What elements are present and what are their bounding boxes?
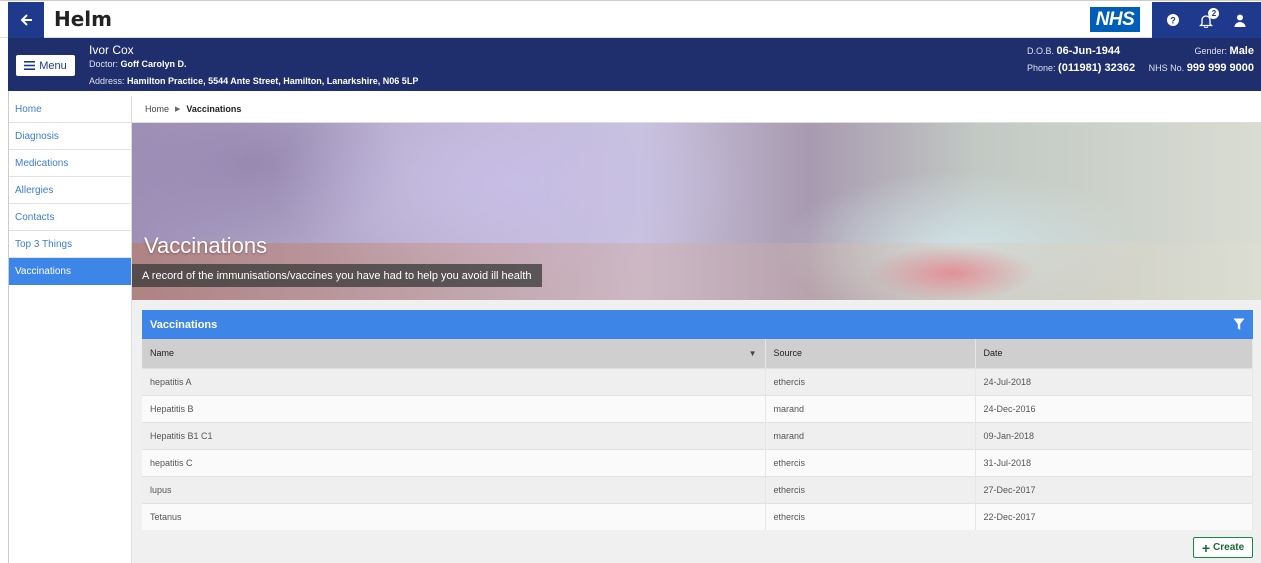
patient-dob: D.O.B. 06-Jun-1944 — [1027, 45, 1120, 57]
address-value: Hamilton Practice, 5544 Ante Street, Ham… — [127, 76, 419, 86]
gender-label: Gender: — [1194, 46, 1228, 56]
cell-date: 31-Jul-2018 — [975, 448, 1253, 476]
create-label: Create — [1213, 542, 1245, 553]
sidebar-item-allergies[interactable]: Allergies — [9, 177, 131, 204]
patient-gender: Gender: Male — [1194, 45, 1254, 57]
app-bar: Helm NHS ? 2 — [0, 0, 1261, 38]
table-row[interactable]: lupus ethercis 27-Dec-2017 — [142, 475, 1253, 503]
gender-value: Male — [1229, 45, 1254, 57]
cell-source: ethercis — [765, 502, 976, 530]
phone-label: Phone: — [1027, 63, 1056, 73]
main-content: Vaccinations Name ▼ Source Date hepatiti… — [132, 300, 1261, 563]
panel-header: Vaccinations — [142, 310, 1253, 339]
cell-name: hepatitis C — [142, 448, 766, 476]
table-row[interactable]: Tetanus ethercis 22-Dec-2017 — [142, 502, 1253, 530]
dob-value: 06-Jun-1944 — [1056, 45, 1121, 57]
sidebar-item-home[interactable]: Home — [9, 96, 131, 123]
cell-source: marand — [765, 394, 976, 422]
sidebar-item-medications[interactable]: Medications — [9, 150, 131, 177]
cell-name: Tetanus — [142, 502, 766, 530]
user-icon — [1234, 14, 1246, 27]
patient-banner: Menu Ivor Cox Doctor: Goff Carolyn D. Ad… — [8, 38, 1261, 91]
table-row[interactable]: hepatitis C ethercis 31-Jul-2018 — [142, 448, 1253, 476]
patient-nhs-number: NHS No. 999 999 9000 — [1149, 62, 1254, 74]
sidebar-item-contacts[interactable]: Contacts — [9, 204, 131, 231]
notifications-button[interactable]: 2 — [1193, 7, 1220, 33]
sidebar-nav: Home Diagnosis Medications Allergies Con… — [9, 96, 132, 563]
cell-date: 27-Dec-2017 — [975, 475, 1253, 503]
cell-source: ethercis — [765, 448, 976, 476]
cell-source: marand — [765, 421, 976, 449]
arrow-left-icon — [20, 14, 32, 26]
cell-source: ethercis — [765, 367, 976, 395]
panel-title: Vaccinations — [150, 318, 218, 331]
cell-name: hepatitis A — [142, 367, 766, 395]
cell-date: 09-Jan-2018 — [975, 421, 1253, 449]
patient-address: Address: Hamilton Practice, 5544 Ante St… — [89, 76, 418, 86]
back-button[interactable] — [8, 2, 44, 38]
hero-banner: Vaccinations A record of the immunisatio… — [132, 123, 1261, 300]
menu-label: Menu — [39, 59, 67, 72]
notification-badge: 2 — [1208, 8, 1220, 19]
vaccinations-panel: Vaccinations Name ▼ Source Date hepatiti… — [142, 310, 1253, 530]
top-icon-bar: ? 2 — [1152, 2, 1261, 38]
cell-date: 24-Dec-2016 — [975, 394, 1253, 422]
app-title: Helm — [54, 7, 112, 31]
column-header-date[interactable]: Date — [975, 339, 1253, 368]
user-button[interactable] — [1227, 7, 1253, 33]
sidebar-item-top-3-things[interactable]: Top 3 Things — [9, 231, 131, 258]
dob-label: D.O.B. — [1027, 46, 1055, 56]
sidebar-item-diagnosis[interactable]: Diagnosis — [9, 123, 131, 150]
column-header-name[interactable]: Name ▼ — [142, 339, 766, 368]
cell-source: ethercis — [765, 475, 976, 503]
table-row[interactable]: Hepatitis B1 C1 marand 09-Jan-2018 — [142, 421, 1253, 449]
nhs-label: NHS No. — [1148, 63, 1185, 73]
svg-text:?: ? — [1170, 16, 1176, 26]
phone-value: (011981) 32362 — [1058, 62, 1136, 74]
cell-name: Hepatitis B — [142, 394, 766, 422]
hero-subtitle: A record of the immunisations/vaccines y… — [132, 264, 542, 287]
plus-icon: + — [1201, 539, 1211, 556]
doctor-value: Goff Carolyn D. — [120, 59, 187, 69]
breadcrumb-current: Vaccinations — [186, 104, 242, 114]
address-label: Address: — [89, 76, 125, 86]
doctor-label: Doctor: — [89, 59, 119, 69]
cell-date: 22-Dec-2017 — [975, 502, 1253, 530]
sort-down-icon[interactable]: ▼ — [749, 349, 757, 358]
help-button[interactable]: ? — [1160, 7, 1186, 33]
table-row[interactable]: Hepatitis B marand 24-Dec-2016 — [142, 394, 1253, 422]
create-button[interactable]: + Create — [1193, 537, 1253, 558]
column-header-source[interactable]: Source — [765, 339, 976, 368]
cell-name: lupus — [142, 475, 766, 503]
help-icon: ? — [1166, 14, 1179, 26]
breadcrumb: Home ▶ Vaccinations — [132, 96, 1261, 123]
patient-doctor: Doctor: Goff Carolyn D. — [89, 59, 187, 69]
table-header-row: Name ▼ Source Date — [142, 339, 1253, 368]
breadcrumb-home[interactable]: Home — [145, 104, 169, 114]
menu-button[interactable]: Menu — [16, 55, 75, 76]
breadcrumb-separator-icon: ▶ — [175, 106, 181, 113]
patient-phone: Phone: (011981) 32362 — [1027, 62, 1135, 74]
hero-title: Vaccinations — [144, 233, 268, 258]
cell-date: 24-Jul-2018 — [975, 367, 1253, 395]
nhs-logo: NHS — [1090, 7, 1140, 32]
vaccinations-table: Name ▼ Source Date hepatitis A ethercis … — [142, 339, 1253, 530]
column-header-name-label: Name — [150, 348, 175, 359]
cell-name: Hepatitis B1 C1 — [142, 421, 766, 449]
sidebar-item-vaccinations[interactable]: Vaccinations — [9, 258, 131, 285]
filter-icon[interactable] — [1233, 318, 1245, 331]
nhs-value: 999 999 9000 — [1186, 62, 1254, 74]
patient-name: Ivor Cox — [89, 43, 134, 57]
table-row[interactable]: hepatitis A ethercis 24-Jul-2018 — [142, 367, 1253, 395]
hamburger-icon — [24, 61, 36, 70]
